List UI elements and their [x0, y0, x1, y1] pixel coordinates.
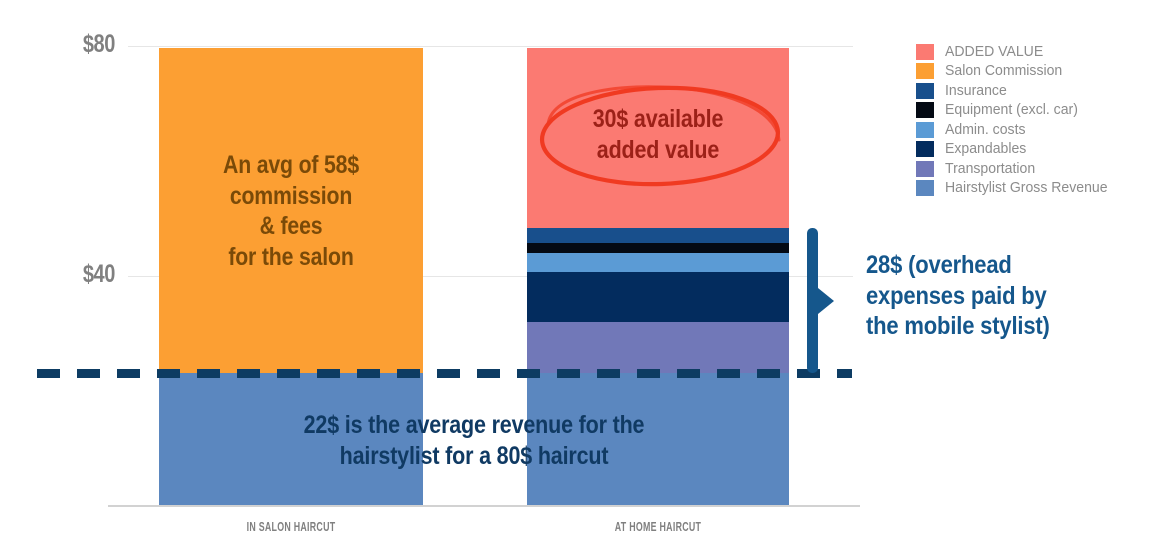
annotation-salon-commission: An avg of 58$ commission & fees for the …	[179, 150, 403, 272]
legend-label-expandables: Expandables	[945, 141, 1027, 158]
legend-swatch-added-value	[916, 43, 934, 60]
legend-item: Equipment (excl. car)	[916, 101, 1113, 121]
legend-swatch-admin-costs	[916, 121, 934, 138]
annotation-salon-line-2: commission	[229, 181, 353, 210]
legend-item: Salon Commission	[916, 62, 1113, 82]
legend-swatch-transportation	[916, 160, 934, 177]
legend-label-salon-commission: Salon Commission	[945, 63, 1063, 80]
annotation-overhead-expenses: 28$ (overhead expenses paid by the mobil…	[866, 250, 1121, 342]
legend-label-hairstylist-gross-revenue: Hairstylist Gross Revenue	[945, 180, 1108, 197]
legend-swatch-expandables	[916, 141, 934, 158]
annotation-overhead-line-3: the mobile stylist)	[866, 312, 1050, 340]
annotation-salon-line-1: An avg of 58$	[223, 151, 359, 179]
overhead-bracket	[807, 228, 818, 373]
legend-swatch-hairstylist-gross-revenue	[916, 180, 934, 197]
y-axis-tick-40: $40	[82, 260, 116, 288]
legend-label-equipment: Equipment (excl. car)	[945, 102, 1078, 119]
legend-item: Transportation	[916, 159, 1113, 179]
bar-at-home-segment-expandables	[527, 272, 789, 322]
bar-at-home-segment-insurance	[527, 228, 789, 243]
average-revenue-divider	[37, 369, 852, 378]
bar-at-home-segment-admin-costs	[527, 253, 789, 272]
axis-baseline	[108, 505, 860, 507]
legend-item: Admin. costs	[916, 120, 1113, 140]
legend-label-transportation: Transportation	[945, 160, 1036, 177]
legend-swatch-equipment	[916, 102, 934, 119]
annotation-salon-line-4: for the salon	[228, 242, 354, 271]
x-axis-tick-in-salon-haircut: IN SALON HAIRCUT	[246, 519, 336, 534]
annotation-added-value: 30$ available added value	[545, 104, 770, 165]
annotation-salon-line-3: & fees	[259, 212, 323, 240]
annotation-overhead-line-1: 28$ (overhead	[866, 251, 1012, 279]
legend-item: ADDED VALUE	[916, 42, 1113, 62]
legend-label-added-value: ADDED VALUE	[945, 43, 1044, 60]
legend-item: Hairstylist Gross Revenue	[916, 179, 1113, 199]
annotation-added-value-line-1: 30$ available	[592, 105, 724, 133]
legend-swatch-insurance	[916, 82, 934, 99]
annotation-gross-revenue: 22$ is the average revenue for the hairs…	[203, 410, 745, 471]
legend-label-admin-costs: Admin. costs	[945, 121, 1026, 138]
y-axis-tick-80: $80	[82, 30, 116, 58]
bar-at-home-segment-equipment	[527, 243, 789, 253]
annotation-overhead-line-2: expenses paid by	[866, 281, 1047, 310]
x-axis-tick-at-home-haircut: AT HOME HAIRCUT	[614, 519, 702, 534]
gridline-80	[128, 46, 853, 47]
annotation-gross-revenue-line-1: 22$ is the average revenue for the	[303, 411, 645, 439]
legend-item: Expandables	[916, 140, 1113, 160]
chart-legend: ADDED VALUE Salon Commission Insurance E…	[916, 42, 1113, 198]
legend-swatch-salon-commission	[916, 63, 934, 80]
chart-canvas: $80 $40 An avg of 58$ commission & fees …	[0, 0, 1152, 553]
annotation-added-value-line-2: added value	[596, 135, 720, 164]
overhead-bracket-pointer	[818, 288, 834, 314]
legend-item: Insurance	[916, 81, 1113, 101]
bar-at-home-segment-transportation	[527, 322, 789, 373]
annotation-gross-revenue-line-2: hairstylist for a 80$ haircut	[339, 441, 609, 470]
legend-label-insurance: Insurance	[945, 82, 1007, 99]
